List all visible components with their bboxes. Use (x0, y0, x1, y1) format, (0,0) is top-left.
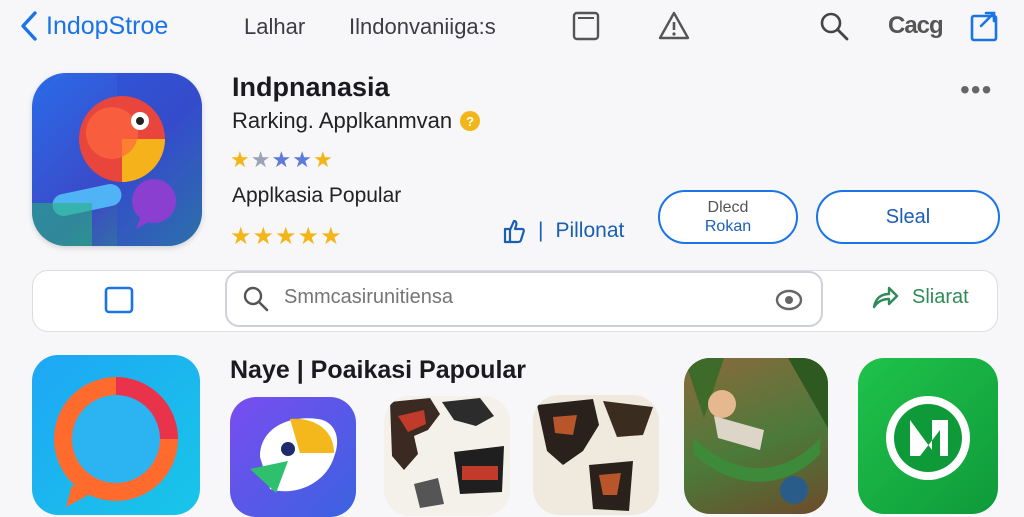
tab-indonvaniigas[interactable]: Ilndonvaniiga:s (349, 14, 496, 40)
primary-button[interactable]: Sleal (816, 190, 1000, 244)
star-icon: ★ (292, 147, 313, 172)
more-options-icon[interactable]: ••• (960, 74, 992, 106)
download-label-bottom: Rokan (704, 218, 752, 235)
thumbs-up-icon (503, 219, 525, 244)
back-label: IndopStroe (46, 11, 169, 40)
back-button[interactable]: IndopStroe (18, 10, 168, 42)
search-input[interactable] (282, 285, 766, 310)
chevron-left-icon (21, 11, 37, 41)
app-icon (32, 73, 202, 246)
app-tile-map[interactable] (384, 396, 510, 516)
share-action[interactable]: Sliarat (870, 283, 969, 311)
download-label-top: Dlecd (707, 199, 749, 216)
app-tile-camera[interactable] (32, 355, 200, 515)
search-icon[interactable] (816, 8, 852, 44)
search-field-icon (242, 285, 270, 313)
alert-icon[interactable] (656, 8, 692, 44)
square-view-icon[interactable] (103, 285, 135, 315)
app-category: Applkasia Popular (232, 184, 402, 207)
like-action[interactable]: | Pillonat (502, 218, 624, 244)
app-title: Indpnanasia (232, 72, 390, 102)
app-tile-world[interactable] (533, 395, 659, 515)
share-square-icon[interactable] (966, 8, 1002, 44)
share-label: Sliarat (912, 285, 969, 308)
download-button[interactable]: Dlecd Rokan (658, 190, 798, 244)
full-rating-stars: ★★★★★ (230, 223, 343, 250)
separator: | (538, 219, 544, 242)
info-badge-icon[interactable]: ? (460, 111, 481, 131)
app-tile-green[interactable] (858, 358, 998, 514)
app-subtitle: Rarking. Applkanmvan ? (232, 108, 481, 134)
rating-stars: ★★★★★ (230, 147, 334, 173)
app-tile-hammock[interactable] (684, 358, 828, 514)
star-icon: ★ (312, 147, 334, 172)
section-title: Naye | Poaikasi Papoular (230, 356, 527, 384)
star-icon: ★ (230, 147, 251, 172)
share-arrow-icon (872, 286, 899, 309)
tablet-icon[interactable] (568, 8, 604, 44)
eye-icon[interactable] (775, 287, 803, 313)
app-subtitle-text: Rarking. Applkanmvan (232, 108, 453, 133)
search-field[interactable] (225, 271, 823, 327)
brand-logo: Cacg (888, 12, 944, 39)
tab-lalhar[interactable]: Lalhar (244, 14, 305, 40)
star-icon: ★ (250, 147, 272, 172)
like-label: Pillonat (555, 219, 625, 242)
star-icon: ★ (271, 147, 293, 172)
app-tile-bird[interactable] (230, 397, 356, 517)
